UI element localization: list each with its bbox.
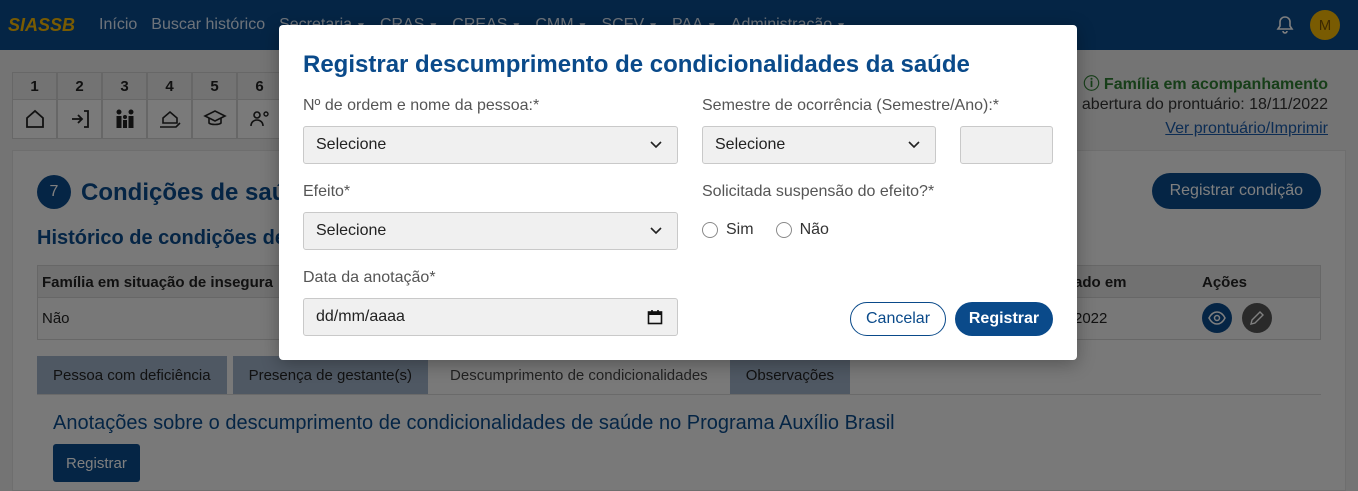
- date-label: Data da anotação*: [303, 269, 436, 286]
- semester-select[interactable]: Selecione: [702, 126, 936, 164]
- date-input-placeholder: dd/mm/aaaa: [316, 308, 405, 325]
- register-noncompliance-modal: Registrar descumprimento de condicionali…: [279, 25, 1077, 360]
- calendar-icon[interactable]: [647, 309, 663, 325]
- cancel-button[interactable]: Cancelar: [850, 302, 946, 336]
- semester-label: Semestre de ocorrência (Semestre/Ano):*: [702, 97, 1000, 114]
- chevron-down-icon: [650, 141, 662, 149]
- effect-select-value: Selecione: [316, 222, 387, 239]
- person-label: Nº de ordem e nome da pessoa:*: [303, 97, 540, 114]
- year-input[interactable]: [960, 126, 1053, 164]
- radio-nao[interactable]: [775, 222, 792, 238]
- radio-nao-label[interactable]: Não: [800, 221, 829, 239]
- modal-title: Registrar descumprimento de condicionali…: [303, 51, 970, 78]
- register-button[interactable]: Registrar: [955, 302, 1053, 336]
- radio-sim-label[interactable]: Sim: [726, 221, 754, 239]
- chevron-down-icon: [908, 141, 920, 149]
- effect-select[interactable]: Selecione: [303, 212, 678, 250]
- effect-label: Efeito*: [303, 183, 351, 200]
- radio-sim[interactable]: [702, 222, 718, 238]
- date-input[interactable]: dd/mm/aaaa: [303, 298, 678, 336]
- suspension-label: Solicitada suspensão do efeito?*: [702, 183, 935, 200]
- person-select-value: Selecione: [316, 136, 387, 153]
- chevron-down-icon: [650, 227, 662, 235]
- semester-select-value: Selecione: [715, 136, 786, 153]
- suspension-radio-group: Sim Não: [702, 221, 843, 239]
- person-select[interactable]: Selecione: [303, 126, 678, 164]
